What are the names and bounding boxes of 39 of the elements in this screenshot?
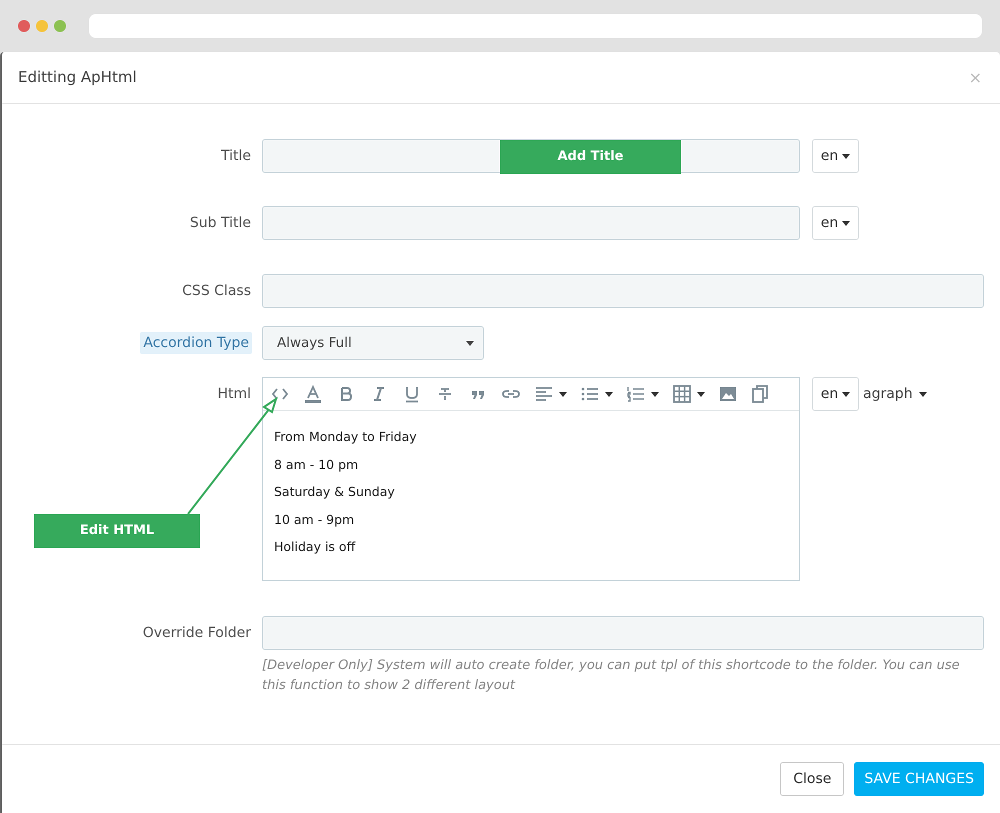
help-text: [Developer Only] System will auto create folder, you can put tpl of this shortcode to the folder. You can use this function to show 2 different layout: [262, 657, 961, 695]
caret-icon[interactable]: [605, 392, 613, 396]
language-dropdown[interactable]: en: [812, 377, 859, 411]
editor-text: 10 am - 9pm: [274, 510, 356, 529]
caret-icon[interactable]: [697, 392, 705, 396]
field-label: CSS Class: [181, 282, 252, 301]
table-icon[interactable]: [673, 385, 691, 403]
text-color-icon[interactable]: [304, 385, 322, 403]
copy-icon[interactable]: [752, 385, 770, 403]
input-field[interactable]: [262, 206, 800, 240]
language-dropdown[interactable]: en: [812, 139, 859, 173]
caret-icon[interactable]: [559, 392, 567, 396]
editor-text: 8 am - 10 pm: [274, 456, 360, 474]
image-icon[interactable]: [719, 385, 737, 403]
field-label: Override Folder: [142, 624, 252, 643]
modal-title: Editting ApHtml: [18, 67, 137, 88]
close-button[interactable]: Close: [780, 762, 844, 796]
underline-icon[interactable]: [403, 385, 421, 403]
editor-text: From Monday to Friday: [274, 428, 418, 446]
format-dropdown[interactable]: agraph: [863, 377, 927, 411]
input-field[interactable]: [262, 616, 984, 650]
select-dropdown[interactable]: Always Full: [262, 326, 484, 360]
window-control-icon[interactable]: [18, 20, 30, 32]
editor-text: Saturday & Sunday: [274, 483, 396, 501]
input-field[interactable]: [262, 274, 984, 308]
editor-text: Holiday is off: [274, 538, 356, 556]
field-label: Accordion Type: [140, 332, 252, 354]
html-editor[interactable]: From Monday to Friday 8 am - 10 pm Saturday & Sunday 10 am - 9pm Holiday is off: [262, 377, 800, 581]
language-dropdown[interactable]: en: [812, 206, 859, 240]
field-label: Title: [220, 147, 252, 166]
numbered-list-icon[interactable]: [627, 385, 645, 403]
field-label: Html: [216, 385, 252, 404]
field-label: Sub Title: [188, 214, 252, 233]
bulleted-list-icon[interactable]: [581, 385, 599, 403]
strikethrough-icon[interactable]: [436, 385, 454, 403]
align-left-icon[interactable]: [535, 385, 553, 403]
annotation-tooltip: Add Title: [500, 140, 681, 174]
annotation-tooltip: Edit HTML: [34, 514, 200, 548]
caret-icon[interactable]: [651, 392, 659, 396]
